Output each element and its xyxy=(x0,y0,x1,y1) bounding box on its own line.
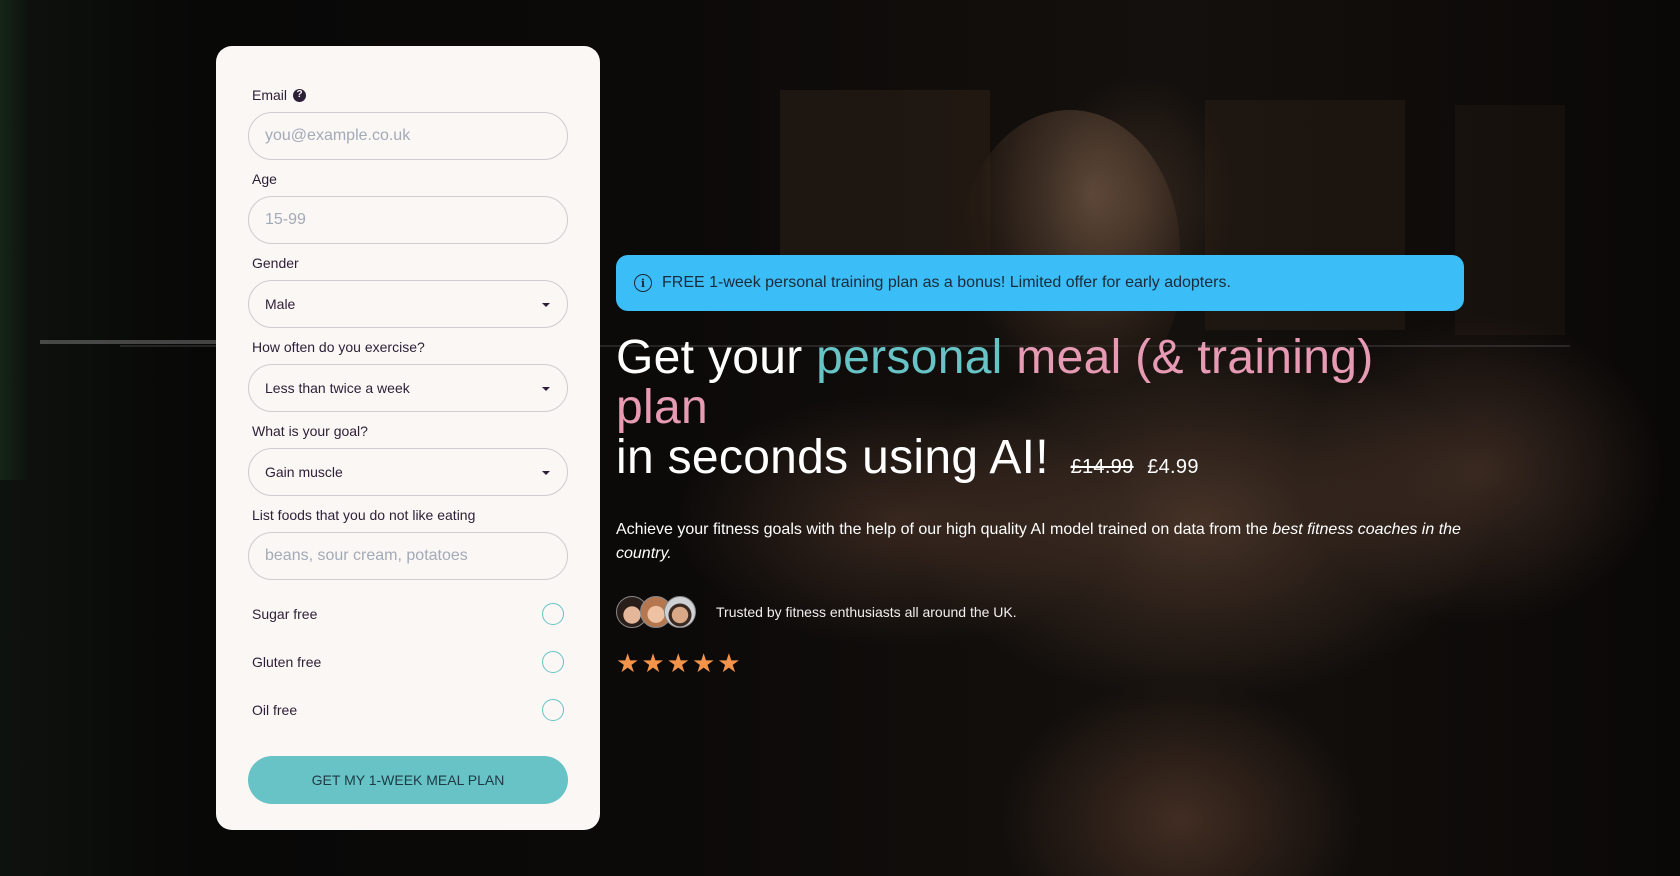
option-oil-free[interactable]: Oil free xyxy=(252,686,568,734)
discounted-price: £4.99 xyxy=(1147,456,1199,478)
option-label: Sugar free xyxy=(252,606,318,622)
oil-free-checkbox[interactable] xyxy=(542,699,564,721)
option-label: Oil free xyxy=(252,702,298,718)
star-icon: ★ xyxy=(641,648,665,678)
page-title: Get your personal meal (& training) plan… xyxy=(616,333,1464,492)
chevron-down-icon xyxy=(542,471,550,475)
star-icon: ★ xyxy=(666,648,690,678)
sugar-free-checkbox[interactable] xyxy=(542,603,564,625)
background-detail xyxy=(1455,105,1565,335)
headline-part: in seconds using AI! xyxy=(616,431,1049,484)
option-label: Gluten free xyxy=(252,654,322,670)
gender-selected-value: Male xyxy=(265,296,296,312)
goal-select[interactable]: Gain muscle xyxy=(248,448,568,496)
hero-description: Achieve your fitness goals with the help… xyxy=(616,518,1464,566)
trust-text: Trusted by fitness enthusiasts all aroun… xyxy=(716,604,1017,620)
hero-section: i FREE 1-week personal training plan as … xyxy=(616,255,1464,676)
avatar-group xyxy=(616,596,696,628)
email-label-text: Email xyxy=(252,87,288,103)
headline-highlight-personal: personal xyxy=(816,331,1003,384)
chevron-down-icon xyxy=(542,303,550,307)
meal-plan-form: Email ? Age Gender Male How often do you… xyxy=(216,46,600,830)
star-rating: ★ ★ ★ ★ ★ xyxy=(616,650,1464,676)
avatar xyxy=(664,596,696,628)
social-proof: Trusted by fitness enthusiasts all aroun… xyxy=(616,596,1464,628)
chevron-down-icon xyxy=(542,387,550,391)
background-detail xyxy=(40,340,230,344)
option-gluten-free[interactable]: Gluten free xyxy=(252,638,568,686)
age-input[interactable] xyxy=(248,196,568,244)
hero-description-text: Achieve your fitness goals with the help… xyxy=(616,521,1273,538)
info-circle-icon: i xyxy=(634,274,652,292)
gender-label: Gender xyxy=(252,255,299,271)
goal-selected-value: Gain muscle xyxy=(265,464,343,480)
headline-part: Get your xyxy=(616,331,817,384)
background-detail xyxy=(0,0,30,480)
star-icon: ★ xyxy=(691,648,716,678)
gender-select[interactable]: Male xyxy=(248,280,568,328)
disliked-foods-input[interactable] xyxy=(248,532,568,580)
email-input[interactable] xyxy=(248,112,568,160)
question-circle-icon[interactable]: ? xyxy=(293,88,307,102)
star-icon: ★ xyxy=(717,648,741,678)
promo-banner-text: FREE 1-week personal training plan as a … xyxy=(662,274,1231,291)
exercise-frequency-select[interactable]: Less than twice a week xyxy=(248,364,568,412)
exercise-label: How often do you exercise? xyxy=(252,339,425,355)
gluten-free-checkbox[interactable] xyxy=(542,651,564,673)
age-label: Age xyxy=(252,171,277,187)
email-label: Email ? xyxy=(252,86,568,104)
get-meal-plan-button[interactable]: GET MY 1-WEEK MEAL PLAN xyxy=(248,756,568,804)
goal-label: What is your goal? xyxy=(252,423,368,439)
original-price: £14.99 xyxy=(1070,456,1134,478)
option-sugar-free[interactable]: Sugar free xyxy=(252,590,568,638)
star-icon: ★ xyxy=(616,648,640,678)
exercise-selected-value: Less than twice a week xyxy=(265,380,410,396)
dislikes-label: List foods that you do not like eating xyxy=(252,507,476,523)
promo-banner: i FREE 1-week personal training plan as … xyxy=(616,255,1464,311)
